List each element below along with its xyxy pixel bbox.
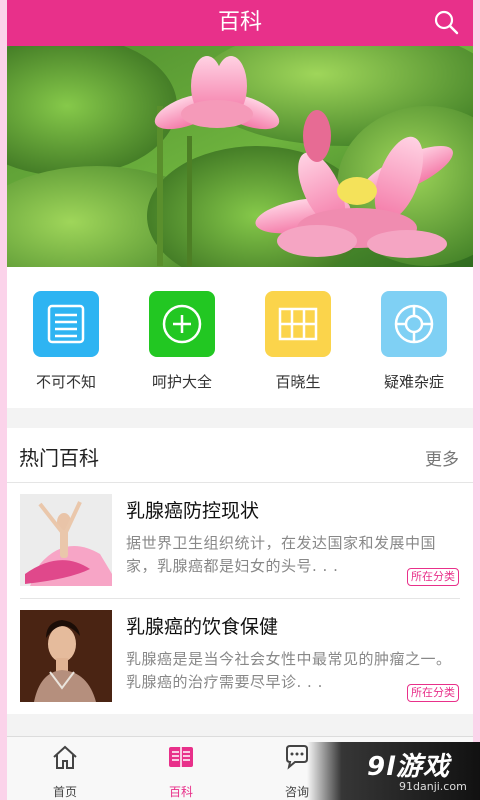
lotus-photo [7,46,473,267]
home-icon [53,745,77,769]
lifebuoy-icon [394,304,434,344]
map-icon [278,307,318,341]
watermark-logo: 9l游戏 91danji.com [307,742,480,800]
article-thumbnail [20,494,112,586]
search-icon [434,10,459,35]
article-thumbnail [20,610,112,702]
tab-encyclopedia[interactable]: 百科 [123,737,239,800]
list-icon [47,304,85,344]
article-item[interactable]: 乳腺癌的饮食保健 乳腺癌是是当今社会女性中最常见的肿瘤之一。乳腺癌的治疗需要尽早… [7,600,473,710]
category-difficult-cases[interactable]: 疑难杂症 [364,291,464,392]
dancer-photo [20,494,112,586]
hot-encyclopedia-section: 热门百科 更多 乳腺癌防控现状 据世界卫生组织统计，在发达国家和发展中国家，乳腺… [7,428,473,714]
banner-image[interactable] [7,46,473,267]
app-screen: 百科 不可不知 呵护大全 百晓生 疑难杂症 热门百科 更多 乳腺癌防控现状 据世… [7,0,473,800]
book-icon [169,747,193,767]
top-bar: 百科 [7,0,473,46]
tab-home[interactable]: 首页 [7,737,123,800]
category-tile [33,291,99,357]
category-label: 不可不知 [35,373,96,391]
search-button[interactable] [433,9,459,35]
watermark-url: 91danji.com [399,780,467,793]
category-label: 百晓生 [275,373,321,391]
category-must-know[interactable]: 不可不知 [16,291,116,392]
divider [20,598,460,599]
category-tile [149,291,215,357]
section-title: 热门百科 [19,446,99,470]
article-title: 乳腺癌防控现状 [126,500,260,522]
category-label: 疑难杂症 [383,373,444,391]
page-title: 百科 [217,10,262,35]
plus-circle-icon [162,304,202,344]
more-link[interactable]: 更多 [425,445,459,470]
section-header: 热门百科 更多 [7,428,473,483]
woman-portrait-photo [20,610,112,702]
article-title: 乳腺癌的饮食保健 [126,616,279,638]
category-tile [381,291,447,357]
category-tag[interactable]: 所在分类 [407,568,459,586]
category-tag[interactable]: 所在分类 [407,684,459,702]
category-grid: 不可不知 呵护大全 百晓生 疑难杂症 [7,267,473,408]
category-care-guide[interactable]: 呵护大全 [132,291,232,392]
category-know-all[interactable]: 百晓生 [248,291,348,392]
watermark-text: 9l游戏 [367,752,451,782]
tab-label: 百科 [168,785,193,799]
category-label: 呵护大全 [151,373,212,391]
article-item[interactable]: 乳腺癌防控现状 据世界卫生组织统计，在发达国家和发展中国家，乳腺癌都是妇女的头号… [7,484,473,594]
category-tile [265,291,331,357]
tab-label: 首页 [52,785,77,799]
